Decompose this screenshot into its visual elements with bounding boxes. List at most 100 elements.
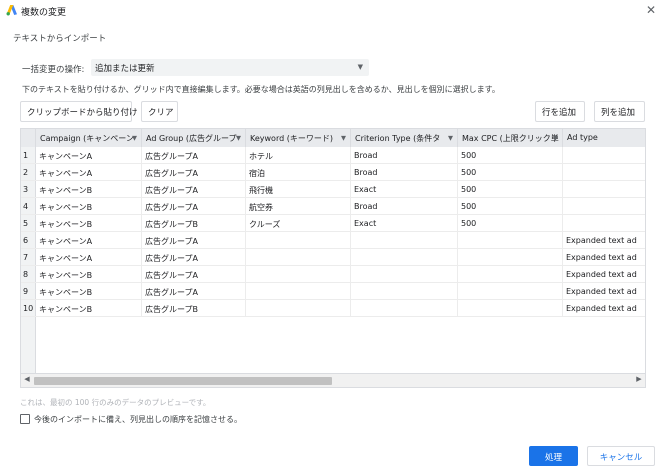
grid-corner — [21, 129, 36, 147]
dialog-title: 複数の変更 — [21, 8, 67, 18]
paste-from-clipboard-button[interactable]: クリップボードから貼り付け — [20, 101, 138, 122]
grid-cell[interactable] — [563, 198, 645, 215]
column-header-criterion-type[interactable]: Criterion Type (条件タ ▼ — [351, 129, 458, 147]
grid-cell[interactable]: 広告グループB — [142, 215, 246, 232]
add-column-button[interactable]: 列を追加 — [594, 101, 645, 122]
grid-cell[interactable]: Expanded text ad — [563, 300, 645, 317]
grid-cell[interactable]: 500 — [458, 147, 563, 164]
table-row: 7 キャンペーンA 広告グループA Expanded text ad — [21, 249, 645, 266]
table-row: 1 キャンペーンA 広告グループA ホテル Broad 500 — [21, 147, 645, 164]
chevron-down-icon[interactable]: ▼ — [236, 134, 241, 142]
grid-cell[interactable]: Broad — [351, 147, 458, 164]
grid-cell[interactable]: キャンペーンB — [36, 283, 142, 300]
grid-cell[interactable] — [563, 164, 645, 181]
row-number: 8 — [23, 270, 29, 279]
grid-cell[interactable] — [351, 249, 458, 266]
column-header-label: Criterion Type (条件タ — [355, 134, 441, 143]
horizontal-scrollbar[interactable]: ◀ ▶ — [21, 373, 645, 387]
row-number: 5 — [23, 219, 29, 228]
operation-label: 一括変更の操作: — [22, 65, 85, 75]
grid-cell[interactable] — [351, 300, 458, 317]
column-header-ad-type[interactable]: Ad type — [563, 129, 645, 147]
grid-cell[interactable] — [246, 232, 351, 249]
grid-cell[interactable] — [563, 147, 645, 164]
grid-cell[interactable]: キャンペーンB — [36, 300, 142, 317]
grid-cell[interactable]: 500 — [458, 198, 563, 215]
grid-cell[interactable] — [246, 266, 351, 283]
grid-cell[interactable]: 広告グループA — [142, 232, 246, 249]
grid-cell[interactable]: Expanded text ad — [563, 232, 645, 249]
grid-cell[interactable]: Expanded text ad — [563, 266, 645, 283]
grid-cell[interactable] — [458, 249, 563, 266]
grid-cell[interactable]: キャンペーンA — [36, 164, 142, 181]
grid-cell[interactable]: 広告グループA — [142, 181, 246, 198]
scrollbar-thumb[interactable] — [34, 377, 332, 385]
column-header-max-cpc[interactable]: Max CPC (上限クリック単 ▼ — [458, 129, 563, 147]
grid-cell[interactable] — [351, 266, 458, 283]
column-header-campaign[interactable]: Campaign (キャンペーン ▼ — [36, 129, 142, 147]
grid-cell[interactable]: 広告グループA — [142, 283, 246, 300]
grid-cell[interactable]: 広告グループA — [142, 164, 246, 181]
column-header-label: Ad Group (広告グループ — [146, 134, 237, 143]
grid-cell[interactable]: 500 — [458, 215, 563, 232]
grid-cell[interactable]: Broad — [351, 164, 458, 181]
grid-cell[interactable]: キャンペーンB — [36, 181, 142, 198]
grid-cell[interactable]: キャンペーンB — [36, 266, 142, 283]
column-header-label: Campaign (キャンペーン — [40, 134, 134, 143]
column-header-keyword[interactable]: Keyword (キーワード) ▼ — [246, 129, 351, 147]
grid-cell[interactable] — [458, 232, 563, 249]
import-grid: Campaign (キャンペーン ▼ Ad Group (広告グループ ▼ Ke… — [20, 128, 646, 388]
cancel-button[interactable]: キャンセル — [587, 446, 655, 466]
grid-cell[interactable]: 航空券 — [246, 198, 351, 215]
grid-cell[interactable]: 広告グループA — [142, 147, 246, 164]
grid-cell[interactable] — [458, 300, 563, 317]
clear-button[interactable]: クリア — [141, 101, 178, 122]
grid-cell[interactable]: 飛行機 — [246, 181, 351, 198]
grid-cell[interactable]: Expanded text ad — [563, 249, 645, 266]
grid-cell[interactable]: キャンペーンA — [36, 232, 142, 249]
close-icon[interactable]: ✕ — [646, 3, 656, 17]
grid-cell[interactable] — [351, 283, 458, 300]
grid-cell[interactable]: 広告グループB — [142, 300, 246, 317]
scroll-left-icon[interactable]: ◀ — [21, 375, 33, 383]
chevron-down-icon[interactable]: ▼ — [132, 134, 137, 142]
grid-cell[interactable]: ホテル — [246, 147, 351, 164]
operation-select[interactable]: 追加または更新 ▼ — [91, 59, 369, 76]
grid-cell[interactable] — [246, 249, 351, 266]
grid-cell[interactable] — [563, 215, 645, 232]
grid-cell[interactable] — [458, 266, 563, 283]
grid-cell[interactable] — [458, 283, 563, 300]
add-row-button[interactable]: 行を追加 — [535, 101, 585, 122]
row-number: 3 — [23, 185, 29, 194]
column-header-ad-group[interactable]: Ad Group (広告グループ ▼ — [142, 129, 246, 147]
chevron-down-icon[interactable]: ▼ — [341, 134, 346, 142]
grid-cell[interactable]: 500 — [458, 164, 563, 181]
grid-cell[interactable]: キャンペーンB — [36, 215, 142, 232]
chevron-down-icon[interactable]: ▼ — [553, 134, 558, 142]
grid-cell[interactable]: 広告グループA — [142, 266, 246, 283]
grid-cell[interactable]: キャンペーンA — [36, 147, 142, 164]
table-row: 4 キャンペーンB 広告グループA 航空券 Broad 500 — [21, 198, 645, 215]
grid-cell[interactable]: クルーズ — [246, 215, 351, 232]
grid-cell[interactable]: Exact — [351, 181, 458, 198]
process-button[interactable]: 処理 — [529, 446, 578, 466]
grid-cell[interactable] — [246, 283, 351, 300]
grid-cell[interactable]: Exact — [351, 215, 458, 232]
chevron-down-icon[interactable]: ▼ — [448, 134, 453, 142]
row-number: 2 — [23, 168, 29, 177]
grid-cell[interactable]: 宿泊 — [246, 164, 351, 181]
remember-order-checkbox[interactable] — [20, 414, 30, 424]
scroll-right-icon[interactable]: ▶ — [633, 375, 645, 383]
grid-cell[interactable]: 広告グループA — [142, 249, 246, 266]
grid-cell[interactable] — [246, 300, 351, 317]
grid-cell[interactable] — [563, 181, 645, 198]
grid-cell[interactable]: 広告グループA — [142, 198, 246, 215]
grid-cell[interactable] — [351, 232, 458, 249]
row-number: 7 — [23, 253, 29, 262]
grid-cell[interactable]: 500 — [458, 181, 563, 198]
row-number: 10 — [23, 304, 34, 313]
grid-cell[interactable]: キャンペーンB — [36, 198, 142, 215]
grid-cell[interactable]: キャンペーンA — [36, 249, 142, 266]
grid-cell[interactable]: Broad — [351, 198, 458, 215]
grid-cell[interactable]: Expanded text ad — [563, 283, 645, 300]
